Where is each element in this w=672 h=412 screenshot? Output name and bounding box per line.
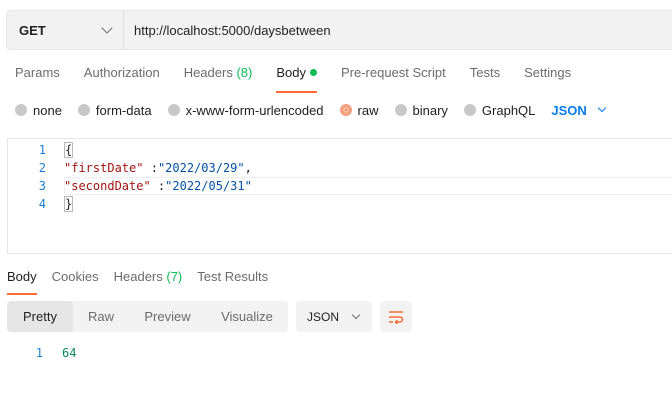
radio-label: none	[33, 102, 62, 118]
tab-pre-request-script[interactable]: Pre-request Script	[341, 65, 446, 85]
radio-button[interactable]	[394, 104, 407, 116]
view-pretty-button[interactable]: Pretty	[7, 301, 73, 332]
view-preview-button[interactable]: Preview	[129, 301, 206, 332]
view-raw-button[interactable]: Raw	[73, 301, 129, 332]
tab-label: Headers	[113, 269, 163, 284]
tab-response-headers[interactable]: Headers (7)	[114, 269, 183, 289]
request-url-bar: GET http://localhost:5000/daysbetween	[6, 10, 672, 50]
radio-label: GraphQL	[481, 102, 536, 118]
tab-label: Body	[276, 65, 306, 80]
chevron-down-icon	[351, 310, 361, 319]
radio-button[interactable]	[15, 104, 27, 116]
request-tabs: Params Authorization Headers (8) Body Pr…	[15, 65, 595, 93]
tab-response-body[interactable]: Body	[7, 269, 37, 295]
tab-label: Params	[15, 65, 60, 80]
tab-cookies[interactable]: Cookies	[52, 269, 99, 289]
body-format-select[interactable]: JSON	[551, 102, 607, 118]
line-number: 1	[38, 143, 46, 157]
json-trail: ,	[244, 161, 252, 175]
tab-label: Authorization	[83, 65, 160, 80]
code-text: "secondDate" :"2022/05/31"	[64, 179, 252, 193]
tab-params[interactable]: Params	[15, 65, 60, 85]
tab-authorization[interactable]: Authorization	[84, 65, 160, 85]
tab-label: Settings	[524, 65, 572, 80]
radio-label: form-data	[95, 102, 152, 118]
radio-form-data[interactable]: form-data	[77, 102, 152, 118]
view-mode-group: Pretty Raw Preview Visualize	[7, 301, 288, 332]
tab-label: Headers	[183, 65, 233, 80]
method-label: GET	[19, 22, 46, 38]
json-key: "firstDate"	[64, 161, 144, 175]
tab-test-results[interactable]: Test Results	[197, 269, 268, 289]
radio-label: raw	[357, 102, 379, 118]
tab-headers[interactable]: Headers (8)	[184, 65, 253, 85]
radio-button-selected[interactable]	[339, 104, 352, 116]
tab-label: Tests	[469, 65, 501, 80]
editor-line: 2 "firstDate" :"2022/03/29",	[8, 159, 672, 177]
body-indicator-dot	[309, 69, 317, 76]
radio-button[interactable]	[463, 104, 476, 116]
radio-button[interactable]	[167, 104, 180, 116]
tab-label: Pre-request Script	[340, 65, 446, 80]
radio-graphql[interactable]: GraphQL	[463, 102, 536, 118]
json-separator: :	[143, 161, 158, 175]
headers-count: (8)	[236, 65, 253, 80]
wrap-lines-icon	[389, 310, 404, 324]
line-number: 3	[38, 179, 46, 193]
editor-line: 1 {	[8, 141, 672, 159]
request-body-editor[interactable]: 1 { 2 "firstDate" :"2022/03/29", 3 "seco…	[7, 138, 672, 254]
chevron-down-icon	[597, 103, 607, 113]
code-text: {	[64, 142, 74, 158]
tab-body[interactable]: Body	[276, 65, 317, 93]
json-separator: :	[150, 179, 166, 193]
response-value: 64	[62, 346, 77, 360]
radio-binary[interactable]: binary	[394, 102, 448, 118]
radio-label: binary	[412, 102, 448, 118]
code-text: }	[64, 196, 74, 212]
radio-x-www-form-urlencoded[interactable]: x-www-form-urlencoded	[167, 102, 324, 118]
json-value: "2022/05/31"	[165, 179, 252, 193]
line-number: 4	[38, 197, 46, 211]
json-key: "secondDate"	[64, 179, 151, 193]
tab-tests[interactable]: Tests	[470, 65, 500, 85]
response-body-line: 1 64	[7, 344, 77, 362]
response-tabs: Body Cookies Headers (7) Test Results	[7, 269, 283, 295]
view-visualize-button[interactable]: Visualize	[206, 301, 288, 332]
body-type-selector: none form-data x-www-form-urlencoded raw…	[15, 101, 607, 119]
radio-button[interactable]	[77, 104, 90, 116]
tab-settings[interactable]: Settings	[524, 65, 571, 85]
body-format-label: JSON	[551, 102, 587, 118]
response-format-select[interactable]: JSON	[296, 301, 372, 332]
radio-label: x-www-form-urlencoded	[185, 102, 324, 118]
tab-label: Body	[7, 269, 37, 284]
line-number: 1	[35, 346, 43, 360]
tab-label: Test Results	[197, 269, 269, 284]
editor-line: 4 }	[8, 195, 672, 213]
response-format-label: JSON	[307, 309, 340, 324]
chevron-down-icon	[101, 22, 113, 34]
method-select[interactable]: GET	[6, 10, 123, 50]
json-value: "2022/03/29"	[157, 161, 245, 175]
line-number: 2	[38, 161, 46, 175]
radio-raw[interactable]: raw	[339, 102, 379, 118]
wrap-lines-button[interactable]	[380, 301, 412, 332]
radio-none[interactable]: none	[15, 103, 62, 118]
headers-count: (7)	[166, 269, 183, 284]
code-text: "firstDate" :"2022/03/29",	[64, 161, 252, 175]
url-text: http://localhost:5000/daysbetween	[134, 22, 331, 38]
editor-line: 3 "secondDate" :"2022/05/31"	[8, 177, 672, 195]
url-input[interactable]: http://localhost:5000/daysbetween	[123, 10, 672, 50]
tab-label: Cookies	[51, 269, 99, 284]
